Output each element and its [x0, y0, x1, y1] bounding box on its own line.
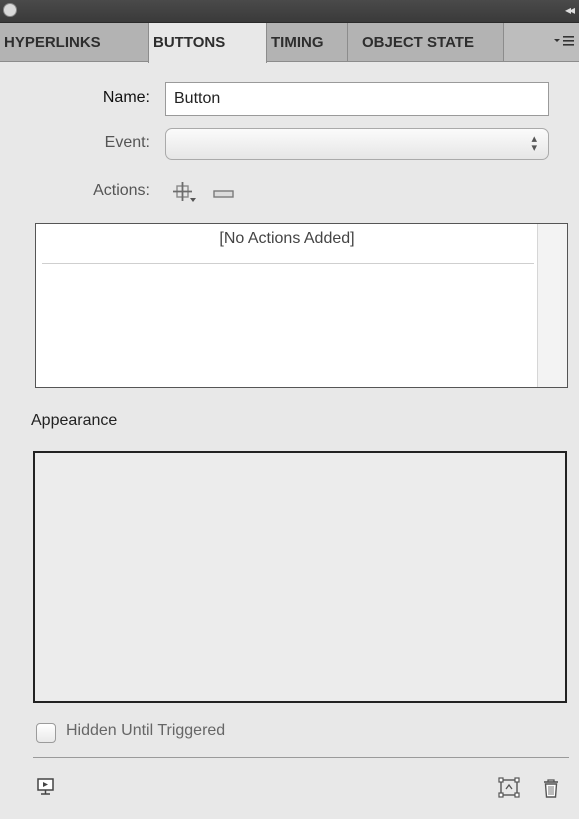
panel-menu-icon[interactable] [553, 33, 575, 52]
name-label: Name: [102, 89, 150, 106]
close-icon[interactable] [3, 3, 17, 17]
add-icon[interactable] [170, 180, 202, 211]
hidden-until-triggered-label[interactable]: Hidden Until Triggered [66, 722, 225, 740]
name-field[interactable]: Button [165, 82, 549, 116]
double-chevron-left-icon[interactable]: ◂◂ [565, 3, 575, 17]
actions-list-scrollbar[interactable] [537, 224, 567, 387]
actions-label: Actions: [93, 182, 150, 199]
no-actions-message: [No Actions Added] [219, 230, 355, 247]
event-label: Event: [104, 134, 150, 151]
panel-title-bar: ◂◂ [0, 0, 579, 23]
tab-timing[interactable]: TIMING [267, 23, 348, 61]
select-arrows-icon: ▴ ▾ [531, 133, 537, 154]
tab-buttons[interactable]: BUTTONS [148, 23, 267, 63]
tab-hyperlinks[interactable]: HYPERLINKS [0, 23, 149, 61]
minus-icon[interactable] [213, 187, 235, 205]
tab-object-state[interactable]: OBJECT STATE [348, 23, 504, 61]
appearance-title: Appearance [31, 412, 118, 429]
panel-tab-bar: HYPERLINKS BUTTONS TIMING OBJECT STATE [0, 23, 579, 63]
actions-list-content: [No Actions Added] [36, 224, 538, 387]
event-dropdown[interactable]: ▴ ▾ [165, 128, 549, 160]
convert-object-icon[interactable] [497, 777, 523, 806]
footer-divider [33, 757, 569, 758]
list-divider [42, 263, 534, 264]
preview-spread-icon[interactable] [36, 777, 58, 802]
actions-list[interactable]: [No Actions Added] [35, 223, 568, 388]
trash-icon[interactable] [540, 777, 562, 806]
appearance-preview [33, 451, 567, 703]
hidden-until-triggered-checkbox[interactable] [36, 723, 56, 743]
